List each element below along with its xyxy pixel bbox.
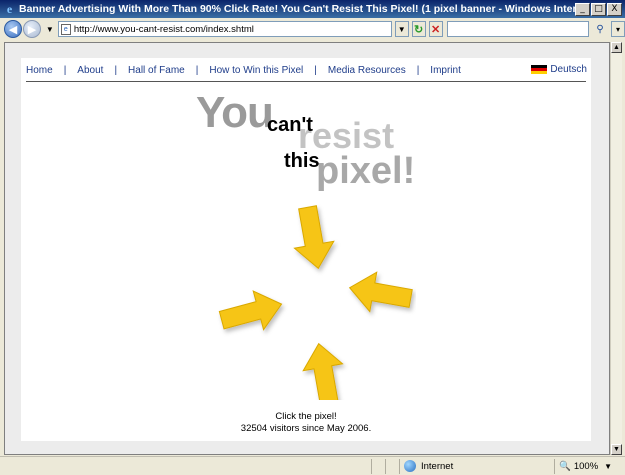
nav-separator: | — [195, 64, 199, 76]
window-controls: _ □ X — [575, 2, 622, 16]
zoom-dropdown-icon[interactable]: ▼ — [604, 462, 612, 471]
nav-imprint[interactable]: Imprint — [430, 65, 461, 76]
forward-button[interactable]: ▶ — [22, 20, 41, 38]
language-switch[interactable]: Deutsch — [531, 64, 587, 75]
logo-word-pixel: pixel! — [316, 150, 416, 192]
zoom-level: 100% — [573, 460, 599, 472]
german-flag-icon — [531, 64, 548, 75]
clickable-pixel[interactable] — [307, 299, 309, 301]
scroll-up-button[interactable]: ▲ — [611, 42, 622, 53]
refresh-button[interactable]: ↻ — [411, 21, 426, 37]
globe-icon — [404, 460, 416, 472]
zoom-icon: 🔍 — [559, 460, 571, 472]
page-viewport: Home | About | Hall of Fame | How to Win… — [4, 42, 610, 455]
arrow-from-right-icon — [345, 267, 415, 319]
nav-separator: | — [114, 64, 118, 76]
window-title: Banner Advertising With More Than 90% Cl… — [19, 3, 575, 15]
arrow-from-top-icon — [287, 203, 339, 273]
history-dropdown-icon[interactable]: ▼ — [46, 25, 54, 34]
site-navigation: Home | About | Hall of Fame | How to Win… — [26, 63, 461, 77]
search-options-button[interactable]: ▾ — [611, 21, 625, 37]
stop-button[interactable]: ✕ — [428, 21, 443, 37]
status-cell — [386, 458, 400, 474]
status-text — [0, 458, 372, 474]
vertical-scrollbar[interactable]: ▲ ▼ — [610, 42, 622, 455]
address-url: http://www.you-cant-resist.com/index.sht… — [73, 23, 254, 35]
nav-about[interactable]: About — [77, 65, 103, 76]
click-instruction: Click the pixel! — [275, 411, 337, 422]
browser-window: e Banner Advertising With More Than 90% … — [0, 0, 625, 475]
logo-word-cant: can't — [267, 114, 313, 136]
internet-explorer-icon: e — [6, 1, 13, 16]
zone-label: Internet — [421, 460, 454, 472]
logo-word-you: You — [196, 88, 274, 137]
scroll-down-button[interactable]: ▼ — [611, 444, 622, 455]
nav-separator: | — [314, 64, 317, 76]
arrow-from-bottom-icon — [298, 339, 350, 400]
site-logo: You resist can't pixel! this — [191, 88, 431, 198]
close-button[interactable]: X — [607, 2, 622, 16]
status-cell — [372, 458, 386, 474]
web-page: Home | About | Hall of Fame | How to Win… — [21, 58, 591, 441]
zoom-control[interactable]: 🔍 100% ▼ — [555, 459, 625, 474]
maximize-button[interactable]: □ — [591, 2, 606, 16]
search-icon[interactable]: ⚲ — [592, 21, 608, 37]
search-input[interactable] — [446, 21, 590, 37]
language-label: Deutsch — [550, 64, 587, 75]
minimize-button[interactable]: _ — [575, 2, 590, 16]
nav-how-to-win[interactable]: How to Win this Pixel — [209, 65, 303, 76]
nav-separator: | — [63, 64, 67, 76]
nav-home[interactable]: Home — [26, 65, 53, 76]
logo-word-this: this — [284, 150, 320, 172]
visitor-counter: 32504 visitors since May 2006. — [240, 423, 372, 434]
nav-hall-of-fame[interactable]: Hall of Fame — [128, 65, 185, 76]
address-dropdown-button[interactable]: ▼ — [394, 21, 409, 37]
security-zone: Internet — [400, 458, 555, 474]
nav-separator: | — [416, 64, 420, 76]
address-field[interactable]: e http://www.you-cant-resist.com/index.s… — [57, 21, 392, 37]
back-button[interactable]: ◀ — [4, 20, 22, 38]
address-toolbar: ◀ ▶ ▼ e http://www.you-cant-resist.com/i… — [0, 18, 625, 40]
status-bar: Internet 🔍 100% ▼ — [0, 456, 625, 475]
pointing-arrows — [216, 203, 415, 400]
page-icon: e — [60, 23, 71, 35]
nav-media-resources[interactable]: Media Resources — [328, 65, 406, 76]
arrow-from-left-icon — [216, 284, 288, 340]
title-bar: e Banner Advertising With More Than 90% … — [0, 0, 625, 18]
nav-divider — [26, 81, 586, 82]
